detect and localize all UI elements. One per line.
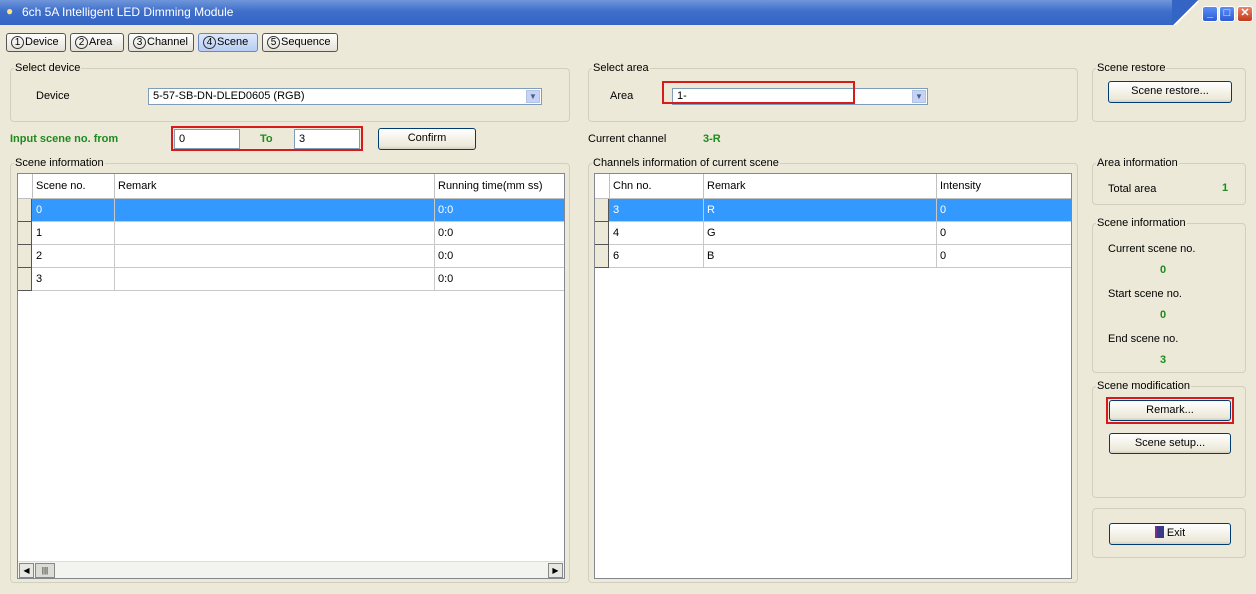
current-channel-label: Current channel: [588, 133, 667, 145]
column-header[interactable]: Intensity: [937, 174, 1073, 199]
bulb-icon: ●: [6, 4, 14, 18]
tab-device[interactable]: 1 Device: [6, 33, 66, 52]
start-scene-label: Start scene no.: [1108, 288, 1182, 300]
column-header[interactable]: Remark: [115, 174, 435, 199]
table-row[interactable]: 4 G 0: [595, 222, 1071, 245]
table-row[interactable]: 6 B 0: [595, 245, 1071, 268]
tab-area[interactable]: 2 Area: [70, 33, 124, 52]
table-row[interactable]: 1 0:0: [18, 222, 564, 245]
scene-from-input[interactable]: 0: [174, 129, 240, 149]
current-scene-value: 0: [1160, 264, 1167, 276]
channels-table: Chn no. Remark Intensity 3 R 0 4 G 0 6 B…: [594, 173, 1072, 579]
scene-table-header: Scene no. Remark Running time(mm ss): [18, 174, 564, 199]
input-scene-label: Input scene no. from: [10, 133, 119, 145]
end-scene-value: 3: [1160, 354, 1167, 366]
exit-button[interactable]: Exit: [1109, 523, 1231, 545]
current-scene-label: Current scene no.: [1108, 243, 1196, 255]
maximize-button[interactable]: □: [1219, 6, 1235, 22]
chevron-down-icon: ▼: [526, 90, 540, 103]
scene-restore-button[interactable]: Scene restore...: [1108, 81, 1232, 103]
scene-info-label: Scene information: [14, 157, 105, 169]
end-scene-label: End scene no.: [1108, 333, 1179, 345]
current-channel-value: 3-R: [703, 133, 721, 145]
tab-sequence[interactable]: 5 Sequence: [262, 33, 338, 52]
area-highlight: [662, 81, 855, 104]
remark-button[interactable]: Remark...: [1109, 400, 1231, 421]
table-row[interactable]: 3 0:0: [18, 268, 564, 291]
scene-to-input[interactable]: 3: [294, 129, 360, 149]
table-row[interactable]: 0 0:0: [18, 199, 564, 222]
to-label: To: [260, 133, 273, 145]
area-info-label: Area information: [1096, 157, 1179, 169]
device-select[interactable]: 5-57-SB-DN-DLED0605 (RGB) ▼: [148, 88, 542, 105]
total-area-value: 1: [1222, 182, 1229, 194]
title-decoration: [1172, 0, 1200, 25]
scene-info-side-label: Scene information: [1096, 217, 1187, 229]
chevron-down-icon: ▼: [912, 90, 926, 103]
column-header[interactable]: Remark: [704, 174, 937, 199]
horizontal-scrollbar[interactable]: ◀ ||| ▶: [18, 561, 564, 578]
scroll-left-icon[interactable]: ◀: [19, 563, 34, 578]
area-label: Area: [610, 90, 634, 102]
scroll-right-icon[interactable]: ▶: [548, 563, 563, 578]
channels-table-header: Chn no. Remark Intensity: [595, 174, 1071, 199]
start-scene-value: 0: [1160, 309, 1167, 321]
column-header[interactable]: Scene no.: [33, 174, 115, 199]
scroll-thumb[interactable]: |||: [35, 563, 55, 578]
scene-table: Scene no. Remark Running time(mm ss) 0 0…: [17, 173, 565, 579]
exit-door-icon: [1154, 526, 1164, 538]
window-title: 6ch 5A Intelligent LED Dimming Module: [22, 5, 234, 19]
close-button[interactable]: ✕: [1237, 6, 1253, 22]
device-label: Device: [36, 90, 70, 102]
tab-scene[interactable]: 4 Scene: [198, 33, 258, 52]
total-area-label: Total area: [1108, 183, 1157, 195]
table-row[interactable]: 2 0:0: [18, 245, 564, 268]
scene-setup-button[interactable]: Scene setup...: [1109, 433, 1231, 454]
channels-info-label: Channels information of current scene: [592, 157, 780, 169]
column-header[interactable]: Running time(mm ss): [435, 174, 566, 199]
confirm-button[interactable]: Confirm: [378, 128, 476, 150]
minimize-button[interactable]: _: [1202, 6, 1218, 22]
select-area-label: Select area: [592, 62, 650, 74]
column-header[interactable]: Chn no.: [610, 174, 704, 199]
scene-mod-label: Scene modification: [1096, 380, 1191, 392]
scene-restore-label: Scene restore: [1096, 62, 1167, 74]
table-row[interactable]: 3 R 0: [595, 199, 1071, 222]
select-device-label: Select device: [14, 62, 82, 74]
tab-channel[interactable]: 3 Channel: [128, 33, 194, 52]
title-bar: ● 6ch 5A Intelligent LED Dimming Module …: [0, 0, 1256, 25]
